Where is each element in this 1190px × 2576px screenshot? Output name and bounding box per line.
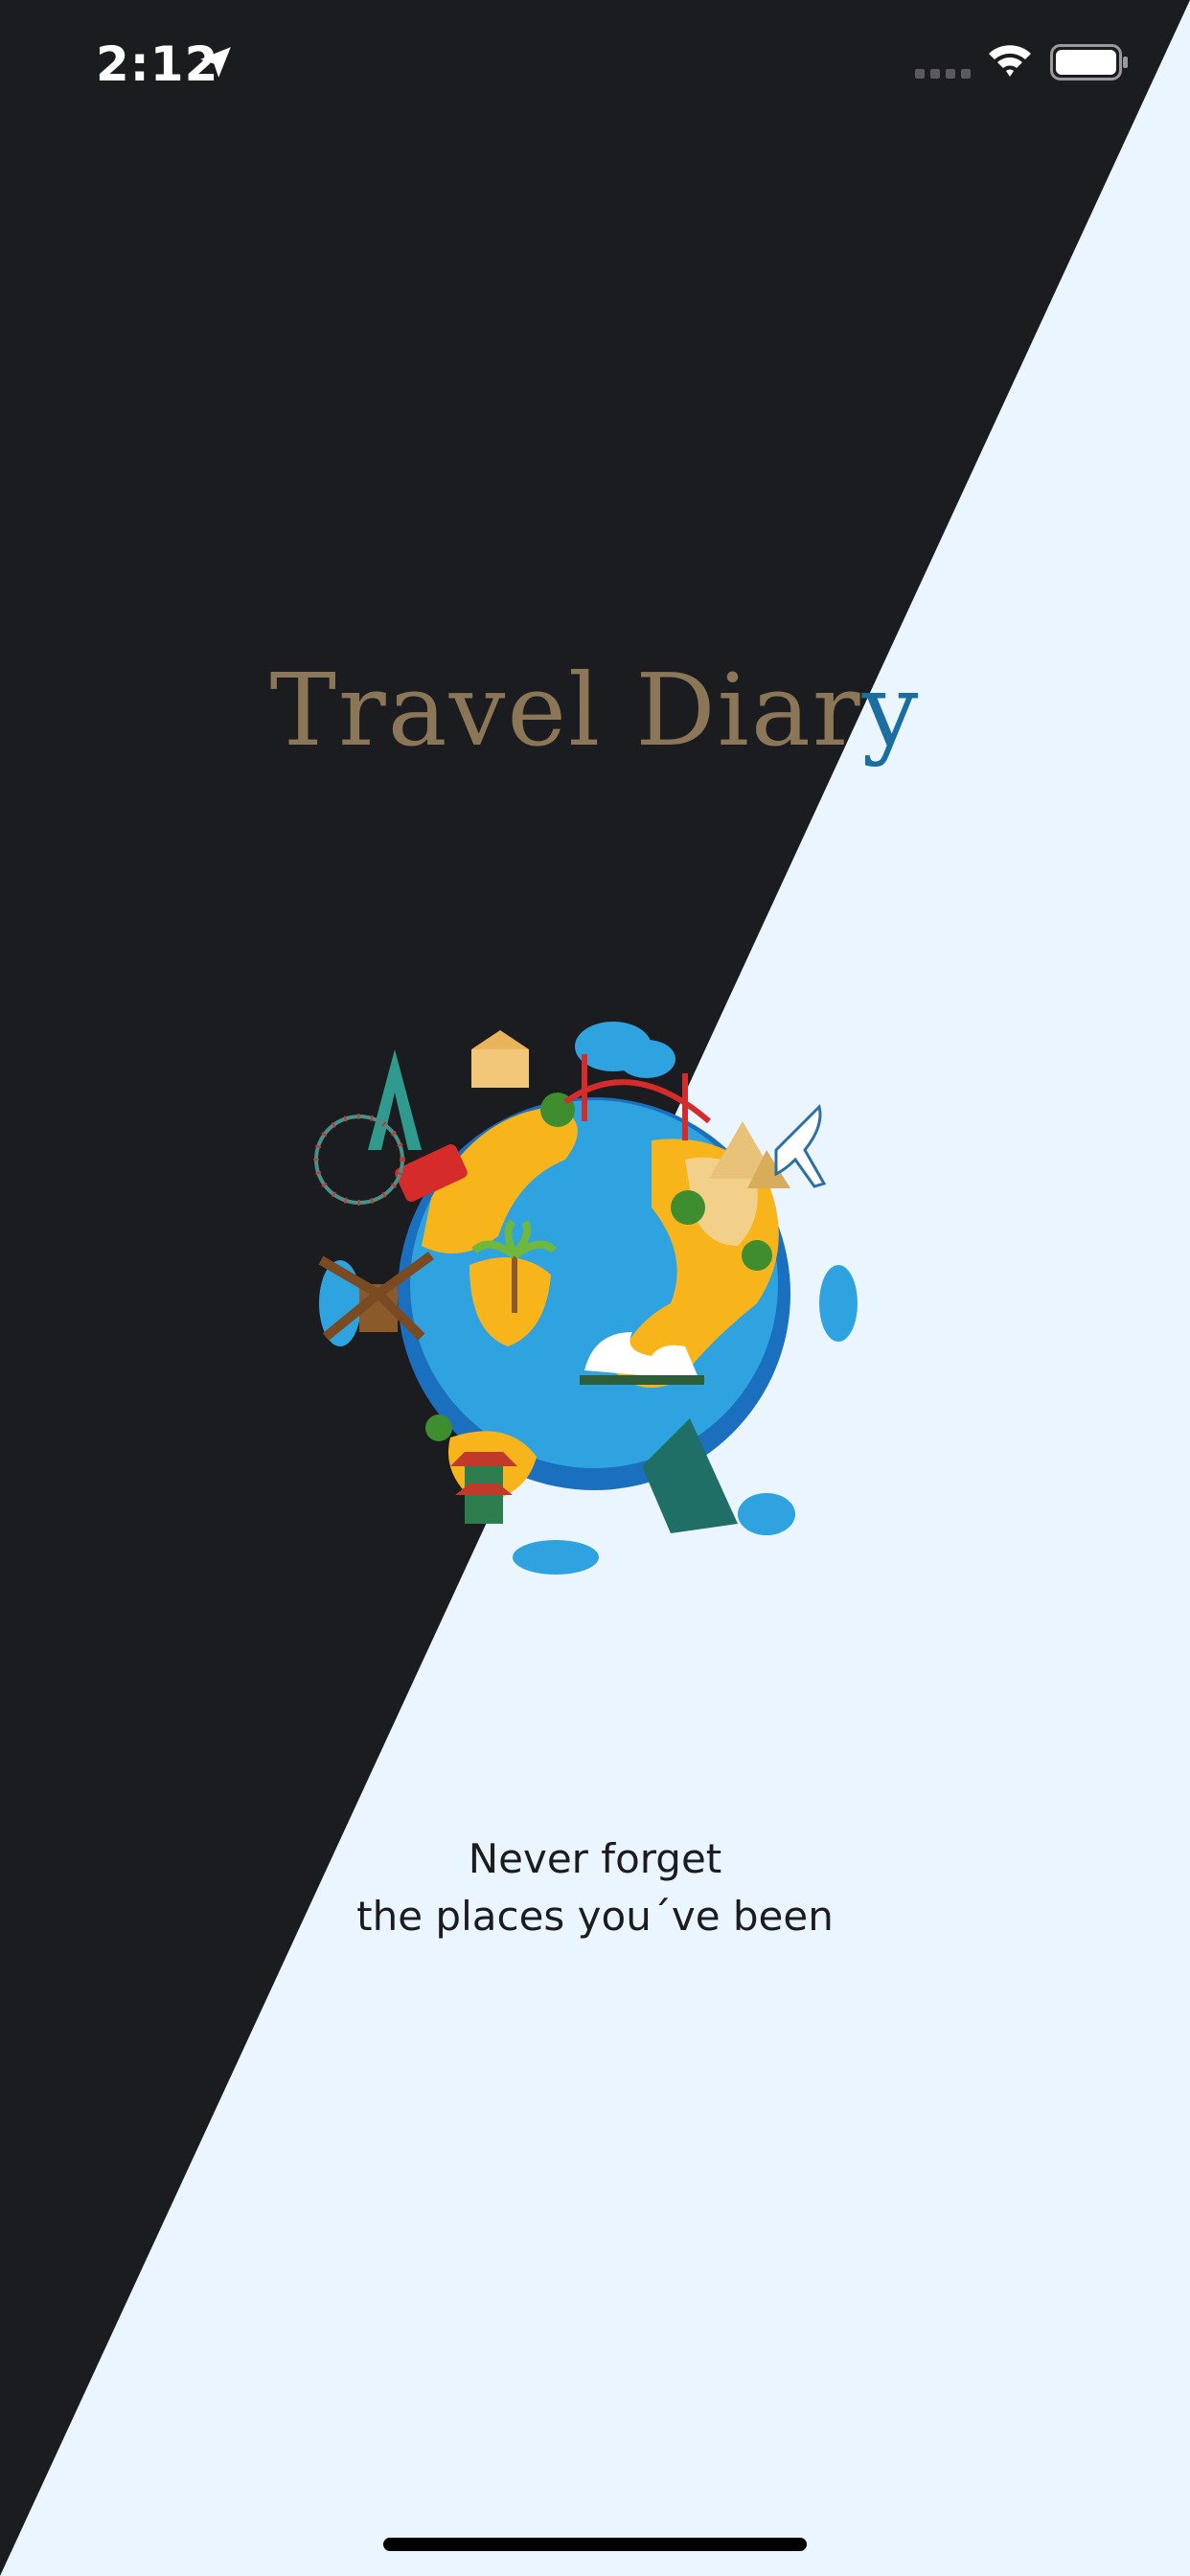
battery-icon [1050,44,1128,80]
travel-globe-illustration [313,1022,858,1575]
location-arrow-icon [200,47,231,78]
wifi-icon [989,45,1031,77]
tagline-line-1: Never forget [468,1835,722,1882]
tagline: Never forget the places you´ve been [0,1830,1190,1945]
cellular-signal-icon [915,69,971,79]
home-indicator[interactable] [383,2538,807,2551]
app-title: Travel Diary [0,652,1190,769]
tagline-line-2: the places you´ve been [356,1893,834,1940]
app-title-main: Travel Diar [269,652,862,769]
app-title-last-letter: y [861,652,921,769]
